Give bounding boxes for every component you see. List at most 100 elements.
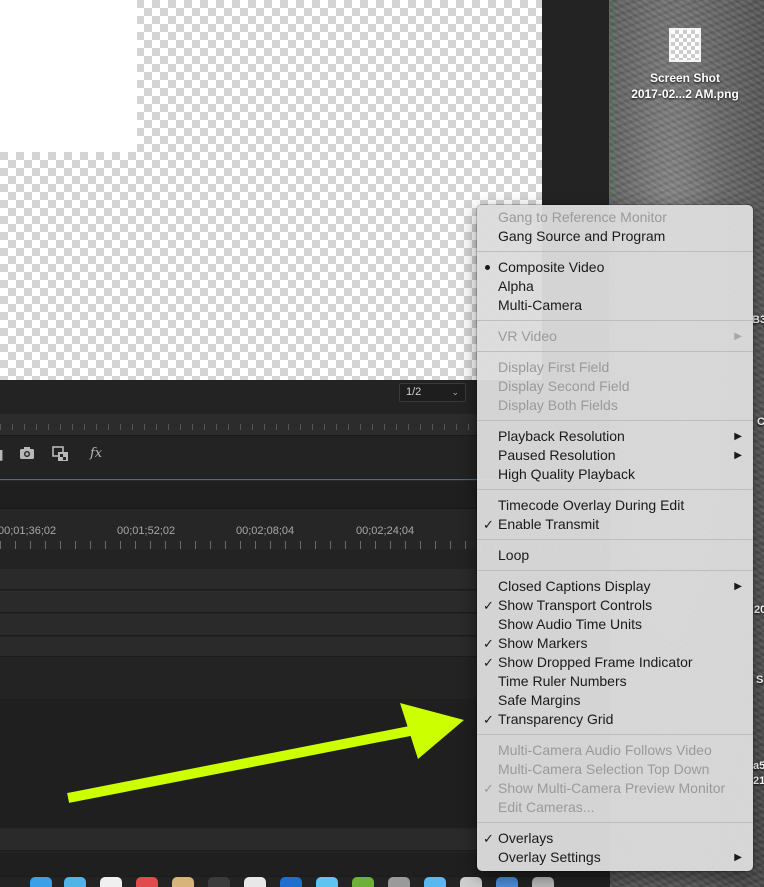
menu-item-label: Alpha [498, 278, 534, 294]
dock-app-icon[interactable] [352, 877, 374, 887]
menu-item-label: Multi-Camera Selection Top Down [498, 761, 710, 777]
menu-separator [477, 729, 753, 741]
menu-item-time-ruler-numbers[interactable]: Time Ruler Numbers [477, 672, 753, 691]
menu-separator [477, 817, 753, 829]
menu-item-paused-resolution[interactable]: Paused Resolution ▶ [477, 446, 753, 465]
menu-item-display-second-field: Display Second Field [477, 377, 753, 396]
submenu-arrow-icon: ▶ [734, 581, 742, 592]
menu-item-label: Display Second Field [498, 378, 630, 394]
menu-item-loop[interactable]: Loop [477, 546, 753, 565]
radio-dot-icon [485, 265, 490, 270]
checkmark-icon: ✓ [483, 598, 494, 613]
dock-app-icon[interactable] [424, 877, 446, 887]
menu-item-edit-cameras: Edit Cameras... [477, 798, 753, 817]
menu-item-high-quality-playback[interactable]: High Quality Playback [477, 465, 753, 484]
compare-view-icon[interactable] [52, 446, 70, 465]
dock-app-icon[interactable] [244, 877, 266, 887]
transparency-grid-canvas [0, 0, 542, 380]
dock-app-icon[interactable] [280, 877, 302, 887]
dock-app-icon[interactable] [496, 877, 518, 887]
dock-app-icon[interactable] [30, 877, 52, 887]
ruler-timecode: 00;02;08;04 [236, 525, 295, 537]
menu-item-show-transport-controls[interactable]: ✓ Show Transport Controls [477, 596, 753, 615]
menu-item-label: Show Transport Controls [498, 597, 653, 613]
menu-item-alpha[interactable]: Alpha [477, 277, 753, 296]
dock-app-icon[interactable] [64, 877, 86, 887]
dock-app-icon[interactable] [172, 877, 194, 887]
menu-item-overlays[interactable]: ✓ Overlays [477, 829, 753, 848]
menu-item-label: Multi-Camera [498, 297, 583, 313]
menu-item-label: Edit Cameras... [498, 799, 595, 815]
menu-item-label: Show Dropped Frame Indicator [498, 654, 693, 670]
checkmark-icon: ✓ [483, 831, 494, 846]
overwrite-button[interactable]: ▮ [0, 446, 4, 463]
menu-item-multi-camera-selection-top-down: Multi-Camera Selection Top Down [477, 760, 753, 779]
menu-item-label: Timecode Overlay During Edit [498, 497, 685, 513]
dock-app-icon[interactable] [460, 877, 482, 887]
menu-item-display-first-field: Display First Field [477, 358, 753, 377]
dock-app-icon[interactable] [136, 877, 158, 887]
menu-item-label: Display First Field [498, 359, 610, 375]
menu-item-gang-source-and-program[interactable]: Gang Source and Program [477, 227, 753, 246]
menu-item-safe-margins[interactable]: Safe Margins [477, 691, 753, 710]
menu-separator [477, 484, 753, 496]
dock-app-icon[interactable] [100, 877, 122, 887]
menu-item-label: Enable Transmit [498, 516, 600, 532]
dock-app-icon[interactable] [316, 877, 338, 887]
menu-separator [477, 346, 753, 358]
checkmark-icon: ✓ [483, 517, 494, 532]
menu-item-closed-captions-display[interactable]: Closed Captions Display ▶ [477, 577, 753, 596]
playback-resolution-select[interactable]: 1/2 ⌄ [399, 383, 466, 402]
menu-item-show-dropped-frame-indicator[interactable]: ✓ Show Dropped Frame Indicator [477, 653, 753, 672]
dock-app-icon[interactable] [532, 877, 554, 887]
desktop-edge-text: B3 [752, 314, 764, 326]
menu-item-label: Show Audio Time Units [498, 616, 642, 632]
menu-item-display-both-fields: Display Both Fields [477, 396, 753, 415]
menu-separator [477, 565, 753, 577]
menu-item-playback-resolution[interactable]: Playback Resolution ▶ [477, 427, 753, 446]
ruler-timecode: 00;01;52;02 [117, 525, 176, 537]
dock-app-icon[interactable] [208, 877, 230, 887]
checkmark-icon: ✓ [483, 636, 494, 651]
menu-item-overlay-settings[interactable]: Overlay Settings ▶ [477, 848, 753, 867]
menu-item-label: Safe Margins [498, 692, 581, 708]
menu-separator [477, 534, 753, 546]
menu-item-show-markers[interactable]: ✓ Show Markers [477, 634, 753, 653]
file-name-line1: Screen Shot [649, 71, 721, 85]
menu-item-multi-camera-audio-follows-video: Multi-Camera Audio Follows Video [477, 741, 753, 760]
desktop-edge-text: a5 [753, 760, 764, 772]
menu-item-show-audio-time-units[interactable]: Show Audio Time Units [477, 615, 753, 634]
menu-item-label: Overlays [498, 830, 554, 846]
export-frame-camera-icon[interactable] [19, 446, 35, 463]
checkmark-icon: ✓ [483, 712, 494, 727]
menu-item-transparency-grid[interactable]: ✓ Transparency Grid [477, 710, 753, 729]
menu-item-label: Time Ruler Numbers [498, 673, 627, 689]
checkmark-icon: ✓ [483, 781, 494, 796]
menu-item-composite-video[interactable]: Composite Video [477, 258, 753, 277]
menu-item-label: Multi-Camera Audio Follows Video [498, 742, 712, 758]
submenu-arrow-icon: ▶ [734, 331, 742, 342]
resolution-value: 1/2 [406, 386, 422, 398]
monitor-settings-menu: Gang to Reference Monitor Gang Source and… [477, 205, 753, 871]
submenu-arrow-icon: ▶ [734, 450, 742, 461]
file-name-line2: 2017-02...2 AM.png [631, 87, 739, 101]
menu-separator [477, 315, 753, 327]
menu-item-multi-camera[interactable]: Multi-Camera [477, 296, 753, 315]
submenu-arrow-icon: ▶ [734, 852, 742, 863]
menu-item-gang-to-reference-monitor: Gang to Reference Monitor [477, 208, 753, 227]
menu-item-label: Display Both Fields [498, 397, 618, 413]
menu-item-show-multi-camera-preview-monitor: ✓ Show Multi-Camera Preview Monitor [477, 779, 753, 798]
checkmark-icon: ✓ [483, 655, 494, 670]
dock-app-icon[interactable] [388, 877, 410, 887]
menu-item-label: Overlay Settings [498, 849, 601, 865]
menu-item-timecode-overlay-during-edit[interactable]: Timecode Overlay During Edit [477, 496, 753, 515]
menu-item-label: Closed Captions Display [498, 578, 651, 594]
menu-item-label: Gang to Reference Monitor [498, 209, 667, 225]
desktop-edge-text: C [757, 416, 764, 428]
menu-item-label: Transparency Grid [498, 711, 614, 727]
menu-item-enable-transmit[interactable]: ✓ Enable Transmit [477, 515, 753, 534]
fx-effects-icon[interactable]: fx [90, 446, 102, 461]
menu-item-label: Show Multi-Camera Preview Monitor [498, 780, 726, 796]
menu-item-label: Paused Resolution [498, 447, 616, 463]
desktop-file-screenshot[interactable]: Screen Shot 2017-02...2 AM.png [620, 28, 750, 102]
